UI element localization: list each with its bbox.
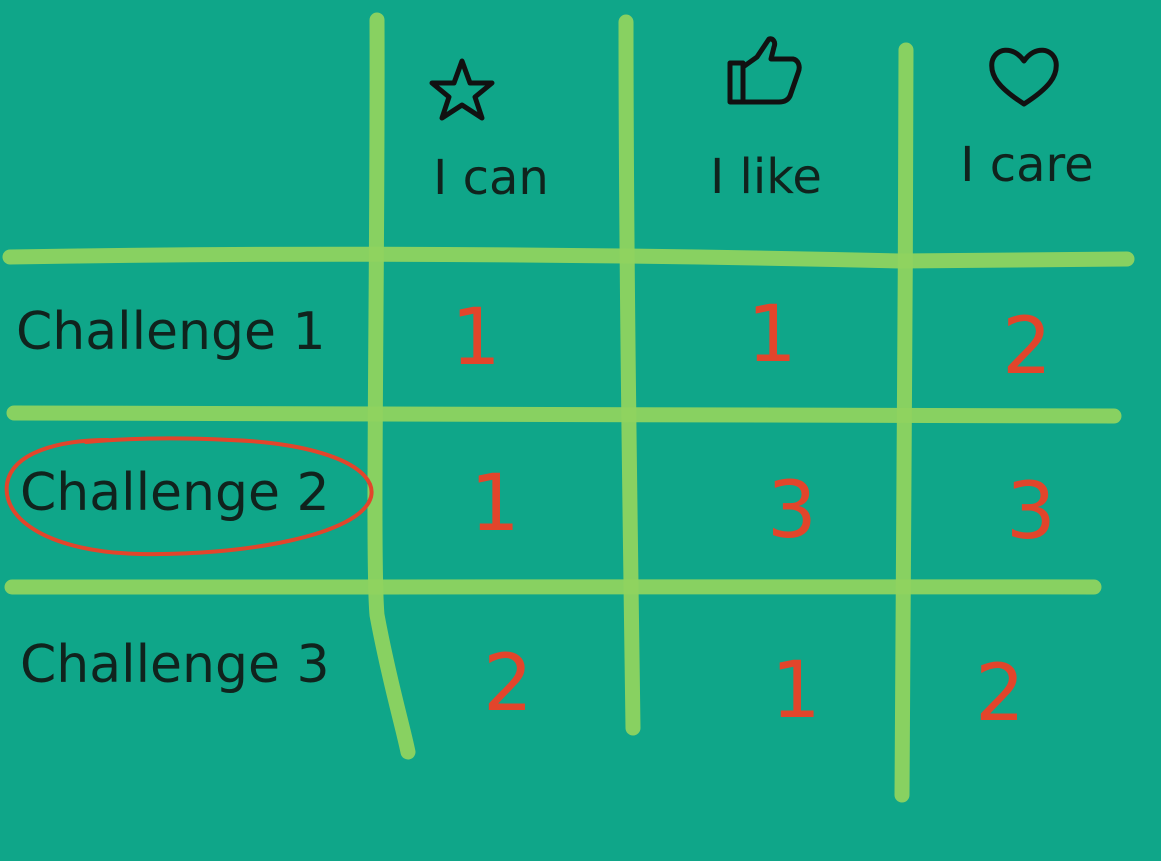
score-challenge-3-i-care: 2 bbox=[975, 649, 1025, 739]
grid-line-vertical-2 bbox=[618, 14, 641, 736]
score-challenge-1-i-like: 1 bbox=[747, 290, 797, 380]
column-label-i-can: I can bbox=[433, 150, 549, 206]
row-label-challenge-2: Challenge 2 bbox=[20, 463, 330, 523]
score-challenge-2-i-like: 3 bbox=[767, 466, 817, 556]
column-label-i-like: I like bbox=[710, 149, 822, 205]
score-challenge-2-i-care: 3 bbox=[1006, 467, 1056, 557]
thumbs-up-icon bbox=[727, 36, 802, 105]
column-label-i-care: I care bbox=[960, 137, 1093, 193]
score-challenge-1-i-care: 2 bbox=[1002, 302, 1052, 392]
grid-line-horizontal-2 bbox=[6, 405, 1122, 424]
grid-line-vertical-1 bbox=[367, 12, 416, 760]
grid-line-horizontal-1 bbox=[2, 246, 1135, 269]
heart-icon bbox=[989, 47, 1059, 107]
score-challenge-1-i-can: 1 bbox=[451, 293, 501, 383]
star-icon bbox=[429, 58, 495, 121]
score-challenge-3-i-like: 1 bbox=[771, 646, 821, 736]
row-label-challenge-3: Challenge 3 bbox=[20, 635, 330, 695]
row-label-challenge-1: Challenge 1 bbox=[16, 302, 326, 362]
score-challenge-2-i-can: 1 bbox=[470, 459, 520, 549]
grid-line-horizontal-3 bbox=[4, 577, 1102, 595]
score-challenge-3-i-can: 2 bbox=[483, 639, 533, 729]
ranking-grid: I can I like I care Challenge 1 Challeng… bbox=[0, 0, 1161, 861]
